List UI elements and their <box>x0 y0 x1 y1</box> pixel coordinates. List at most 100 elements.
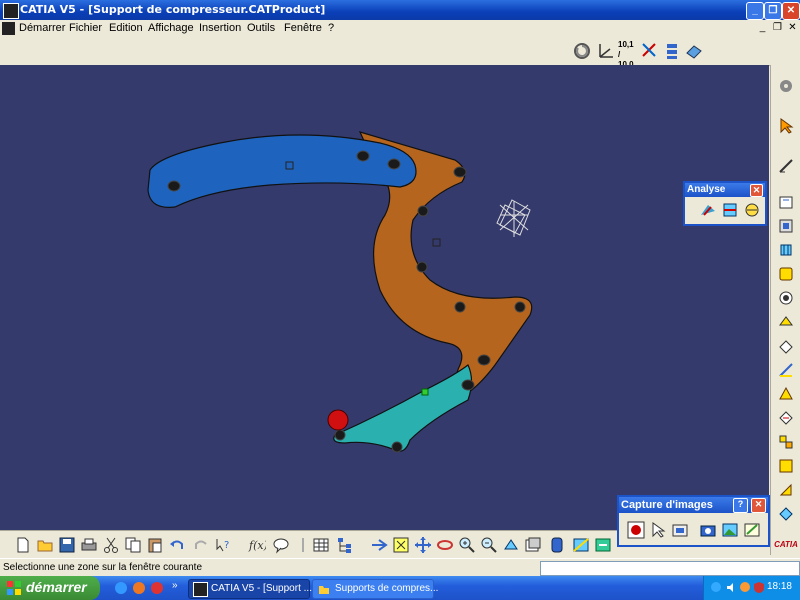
top-toolbar: 10,1 / 10,0 <box>0 37 800 69</box>
catia-app-icon[interactable] <box>3 3 19 19</box>
select-mode-icon[interactable] <box>649 521 667 539</box>
zoom-in-icon[interactable] <box>458 536 476 554</box>
reuse-pattern-icon[interactable] <box>777 409 795 427</box>
image-edit-icon[interactable] <box>743 521 761 539</box>
svg-text:f(x): f(x) <box>248 539 266 552</box>
constraint-marker <box>432 238 441 247</box>
tree-icon[interactable] <box>662 41 682 61</box>
manipulate-icon[interactable] <box>777 457 795 475</box>
tray-network-icon[interactable] <box>710 581 723 594</box>
3d-viewport[interactable]: Analyse ✕ <box>0 65 769 530</box>
undo-icon[interactable] <box>168 536 186 554</box>
menu-affichage[interactable]: Affichage <box>148 22 194 34</box>
coincidence-icon[interactable] <box>777 289 795 307</box>
menu-fenetre[interactable]: Fenêtre <box>284 22 322 34</box>
swap-space-icon[interactable] <box>594 536 612 554</box>
update-icon[interactable] <box>777 385 795 403</box>
quicklaunch-browser-icon[interactable] <box>114 581 128 595</box>
tray-shield-icon[interactable] <box>753 581 766 594</box>
pan-icon[interactable] <box>414 536 432 554</box>
capture-close-button[interactable]: ✕ <box>751 498 766 513</box>
maximize-button[interactable]: ❐ <box>764 2 782 20</box>
quicklaunch-firefox-icon[interactable] <box>132 581 146 595</box>
save-icon[interactable] <box>58 536 76 554</box>
offset-icon[interactable] <box>777 337 795 355</box>
image-album-icon[interactable] <box>721 521 739 539</box>
analyse-toolbar[interactable]: Analyse ✕ <box>683 181 767 226</box>
camera-icon[interactable] <box>699 521 717 539</box>
minimize-button[interactable]: _ <box>746 2 764 20</box>
table-icon[interactable] <box>312 536 330 554</box>
capture-toolbar-header[interactable]: Capture d'images ? ✕ <box>619 497 768 513</box>
comment-icon[interactable] <box>272 536 290 554</box>
zoom-out-icon[interactable] <box>480 536 498 554</box>
menu-fichier[interactable]: Fichier <box>69 22 102 34</box>
start-button[interactable]: démarrer <box>0 576 100 600</box>
new-document-icon[interactable] <box>14 536 32 554</box>
distance-analysis-icon[interactable] <box>743 201 761 219</box>
existing-component-icon[interactable] <box>777 193 795 211</box>
menu-insertion[interactable]: Insertion <box>199 22 241 34</box>
cut-icon[interactable] <box>102 536 120 554</box>
normal-view-icon[interactable] <box>502 536 520 554</box>
quicklaunch-app-icon[interactable] <box>150 581 164 595</box>
snap-icon[interactable] <box>640 41 660 61</box>
menu-help[interactable]: ? <box>328 22 334 34</box>
capture-images-toolbar[interactable]: Capture d'images ? ✕ <box>617 495 770 547</box>
fix-icon[interactable] <box>777 241 795 259</box>
fly-mode-icon[interactable] <box>370 536 388 554</box>
open-folder-icon[interactable] <box>36 536 54 554</box>
angle-icon[interactable] <box>777 361 795 379</box>
measure-readout[interactable]: 10,1 / 10,0 <box>618 40 636 69</box>
contact-icon[interactable] <box>777 313 795 331</box>
task-catia[interactable]: CATIA V5 - [Support ... <box>188 579 312 599</box>
smart-move-icon[interactable] <box>777 505 795 523</box>
task-document[interactable]: Supports de compres... <box>312 579 438 599</box>
quick-view-icon[interactable] <box>524 536 542 554</box>
doc-minimize-button[interactable]: _ <box>756 22 769 34</box>
capture-options-icon[interactable] <box>671 521 689 539</box>
analyse-close-button[interactable]: ✕ <box>750 184 763 197</box>
whats-this-icon[interactable]: ? <box>214 536 232 554</box>
axis-system-icon[interactable] <box>596 41 616 61</box>
tray-volume-icon[interactable] <box>725 581 738 594</box>
knowledge-icon[interactable] <box>294 536 312 554</box>
hide-show-icon[interactable] <box>572 536 590 554</box>
doc-close-button[interactable]: ✕ <box>786 22 799 34</box>
publish-icon[interactable] <box>684 41 704 61</box>
analyse-toolbar-header[interactable]: Analyse ✕ <box>685 183 765 197</box>
assembly-view[interactable] <box>0 65 769 530</box>
doc-restore-button[interactable]: ❐ <box>771 22 784 34</box>
graph-tree-icon[interactable] <box>336 536 354 554</box>
explode-icon[interactable] <box>777 433 795 451</box>
snap-component-icon[interactable] <box>777 481 795 499</box>
command-input[interactable] <box>540 561 800 576</box>
catia-task-icon <box>193 582 208 597</box>
record-icon[interactable] <box>627 521 645 539</box>
quicklaunch-more-icon[interactable]: » <box>172 580 178 591</box>
redo-icon[interactable] <box>192 536 210 554</box>
rotate-icon[interactable] <box>436 536 454 554</box>
menu-outils[interactable]: Outils <box>247 22 275 34</box>
fit-all-icon[interactable] <box>392 536 410 554</box>
part-icon[interactable] <box>777 265 795 283</box>
tray-security-icon[interactable] <box>739 581 752 594</box>
copy-icon[interactable] <box>124 536 142 554</box>
sketch-icon[interactable] <box>777 157 795 175</box>
settings-icon[interactable] <box>777 77 795 95</box>
close-button[interactable]: ✕ <box>782 2 800 20</box>
windows-taskbar: démarrer » CATIA V5 - [Support ... Suppo… <box>0 576 800 600</box>
catia-document-icon[interactable] <box>2 22 15 35</box>
paste-icon[interactable] <box>146 536 164 554</box>
menu-edition[interactable]: Edition <box>109 22 143 34</box>
refresh-icon[interactable] <box>572 41 592 61</box>
select-cursor-icon[interactable] <box>777 117 795 135</box>
sectioning-icon[interactable] <box>721 201 739 219</box>
new-product-icon[interactable] <box>777 217 795 235</box>
clash-icon[interactable] <box>699 201 717 219</box>
menu-demarrer[interactable]: Démarrer <box>19 22 65 34</box>
formula-icon[interactable]: f(x) <box>248 536 266 554</box>
capture-help-button[interactable]: ? <box>733 498 748 513</box>
render-style-icon[interactable] <box>548 536 566 554</box>
print-icon[interactable] <box>80 536 98 554</box>
